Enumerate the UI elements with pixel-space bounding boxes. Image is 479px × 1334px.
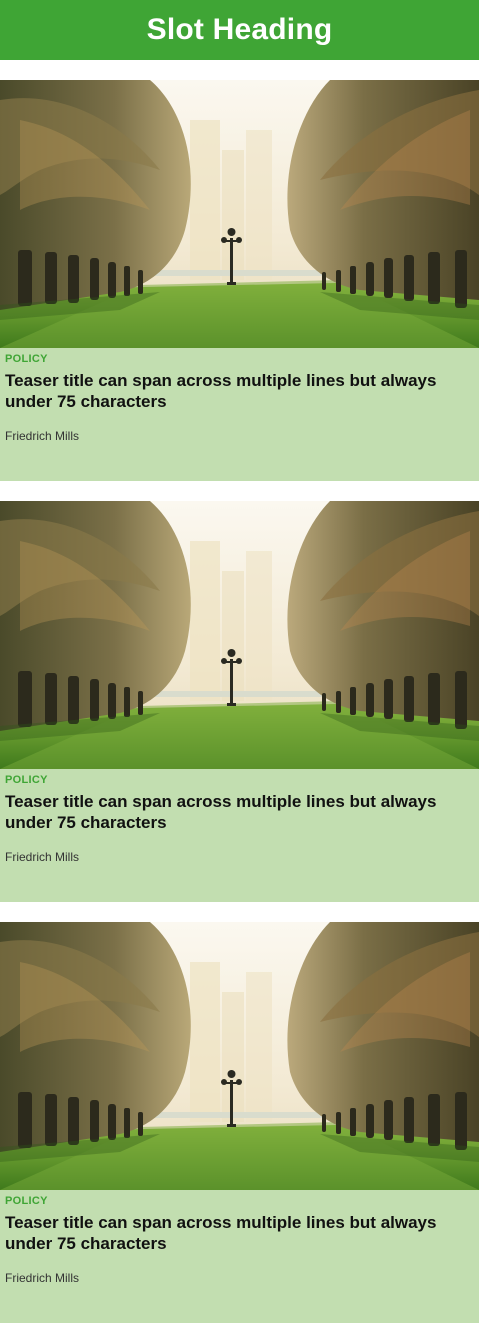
palm-avenue-park-image: [0, 922, 479, 1190]
teaser-category[interactable]: POLICY: [5, 353, 48, 365]
teaser-title[interactable]: Teaser title can span across multiple li…: [5, 791, 470, 833]
palm-avenue-park-image: [0, 80, 479, 348]
teaser-card[interactable]: POLICY Teaser title can span across mult…: [0, 80, 479, 481]
teaser-title[interactable]: Teaser title can span across multiple li…: [5, 1212, 470, 1254]
teaser-image[interactable]: [0, 80, 479, 348]
slot-heading: Slot Heading: [146, 13, 333, 46]
teaser-category[interactable]: POLICY: [5, 1195, 48, 1207]
teaser-author[interactable]: Friedrich Mills: [5, 429, 79, 443]
teaser-author[interactable]: Friedrich Mills: [5, 1271, 79, 1285]
teaser-category[interactable]: POLICY: [5, 774, 48, 786]
teaser-image[interactable]: [0, 922, 479, 1190]
teaser-card[interactable]: POLICY Teaser title can span across mult…: [0, 922, 479, 1323]
slot-header: Slot Heading: [0, 0, 479, 60]
teaser-image[interactable]: [0, 501, 479, 769]
teaser-title[interactable]: Teaser title can span across multiple li…: [5, 370, 470, 412]
teaser-author[interactable]: Friedrich Mills: [5, 850, 79, 864]
palm-avenue-park-image: [0, 501, 479, 769]
teaser-card[interactable]: POLICY Teaser title can span across mult…: [0, 501, 479, 902]
